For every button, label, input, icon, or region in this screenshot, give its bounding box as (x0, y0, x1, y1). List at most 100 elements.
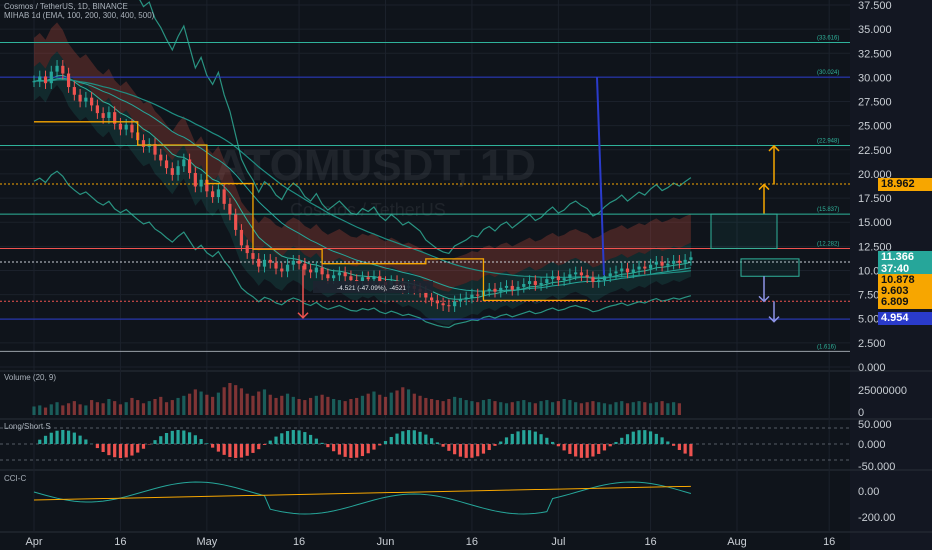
time-axis-label: Apr (25, 536, 42, 548)
longshort-bar (412, 430, 416, 444)
volume-bar (441, 401, 445, 415)
volume-bar (527, 402, 532, 415)
longshort-bar (136, 444, 140, 453)
candle-body (211, 191, 215, 198)
volume-bar (516, 401, 520, 415)
longshort-bar (591, 444, 595, 457)
longshort-bar (389, 436, 393, 444)
longshort-bar (516, 431, 520, 444)
volume-bar (211, 396, 215, 415)
chart-canvas[interactable]: ATOMUSDT, 1D Cosmos / TetherUS (33.616) (30… (0, 0, 932, 550)
cci-axis-label: 0.00 (858, 486, 879, 498)
longshort-bar (193, 435, 197, 444)
volume-bar (660, 401, 664, 415)
volume-bar (262, 389, 267, 415)
volume-bar (574, 402, 578, 415)
longshort-bar (101, 444, 105, 453)
volume-bar (147, 401, 151, 415)
longshort-bar (187, 432, 192, 444)
volume-bar (84, 405, 88, 415)
candle-body (579, 272, 584, 276)
longshort-bar (205, 443, 209, 444)
candle-body (597, 280, 601, 283)
candle-body (101, 113, 105, 118)
time-axis-label: 16 (293, 536, 305, 548)
volume-bar (95, 402, 99, 415)
candle-body (38, 76, 42, 82)
longshort-bar (378, 444, 382, 446)
candle-body (141, 140, 146, 147)
volume-pane-title[interactable]: Volume (20, 9) (4, 373, 56, 382)
candle-body (222, 189, 226, 204)
cci-pane-title[interactable]: CCI-C (4, 474, 26, 483)
longshort-bar (539, 434, 543, 444)
volume-bar (101, 403, 105, 415)
longshort-bar (170, 430, 174, 444)
longshort-bar (602, 444, 607, 451)
candle-body (84, 97, 88, 102)
longshort-bar (262, 444, 267, 445)
symbol-header[interactable]: Cosmos / TetherUS, 1D, BINANCE (4, 2, 128, 11)
volume-bar (424, 397, 428, 415)
volume-bar (170, 400, 174, 415)
longshort-bar (435, 442, 439, 444)
longshort-bar (441, 444, 445, 447)
price-axis-label: 0.000 (858, 362, 886, 374)
longshort-bar (504, 437, 509, 444)
longshort-pane-title[interactable]: Long/Short S (4, 422, 51, 431)
volume-axis-label: 25000000 (858, 385, 907, 397)
longshort-bar (464, 444, 468, 458)
longshort-bar (585, 444, 589, 458)
longshort-bar (683, 444, 687, 454)
volume-axis-label: 0 (858, 407, 864, 419)
longshort-bar (291, 430, 295, 444)
longshort-bar (234, 444, 238, 458)
volume-bar (412, 393, 416, 415)
longshort-bar (199, 439, 203, 444)
volume-bar (499, 402, 503, 415)
candle-body (441, 303, 445, 306)
candle-body (164, 160, 169, 169)
longshort-bar (268, 440, 272, 444)
stop-price-tag: 4.954 (878, 312, 932, 325)
volume-bar (337, 400, 342, 415)
longshort-bar (349, 444, 353, 458)
longshort-bar (211, 444, 215, 448)
longshort-bar (153, 440, 157, 444)
volume-bar (510, 402, 514, 415)
time-axis-label: 16 (644, 536, 656, 548)
chart-window: ATOMUSDT, 1D Cosmos / TetherUS (33.616) (30… (0, 0, 932, 550)
longshort-bar (164, 432, 169, 444)
longshort-pane-label: Long/Short S (4, 422, 51, 431)
volume-bar (66, 403, 71, 415)
volume-bar (579, 403, 584, 415)
candle-body (320, 267, 324, 275)
volume-bar (556, 401, 560, 415)
indicator-header[interactable]: MIHAB 1d (EMA, 100, 200, 300, 400, 500) (4, 11, 154, 20)
longshort-bar (372, 444, 376, 450)
price-axis-label: 32.500 (858, 48, 892, 60)
longshort-bar (556, 444, 560, 447)
longshort-bar (562, 444, 566, 451)
volume-bar (124, 402, 128, 415)
fib-level-label: (12.282) (817, 241, 839, 247)
price-axis-label: 35.000 (858, 24, 892, 36)
volume-bar (78, 404, 82, 415)
volume-bar (251, 395, 255, 415)
longshort-bar (401, 431, 405, 444)
candle-body (527, 281, 532, 284)
candle-body (458, 299, 463, 302)
volume-bar (130, 397, 134, 415)
longshort-bar (597, 444, 601, 454)
longshort-bar (366, 444, 370, 454)
candle-body (625, 268, 630, 273)
volume-bar (234, 385, 238, 415)
fib-level-label: (30.024) (817, 70, 839, 76)
candle-body (66, 73, 71, 88)
candle-body (43, 76, 48, 84)
candle-body (314, 267, 318, 273)
volume-bar (487, 399, 491, 415)
candle-body (602, 276, 607, 281)
fib-level-label: (15.837) (817, 207, 839, 213)
volume-bar (113, 401, 117, 415)
